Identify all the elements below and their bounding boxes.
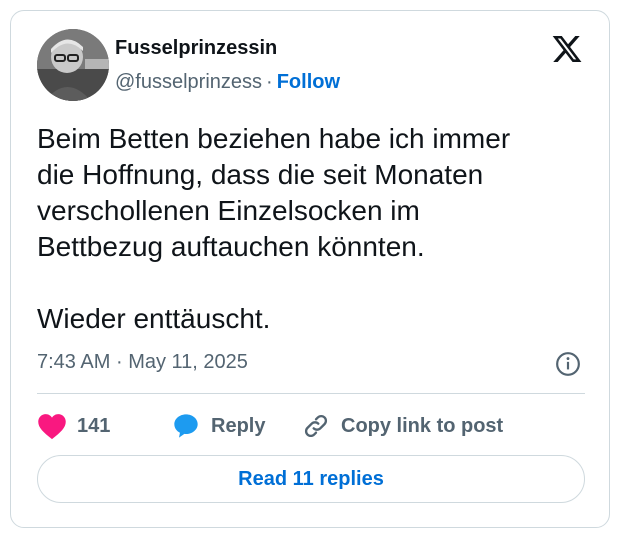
tweet-time: 7:43 AM — [37, 351, 111, 373]
read-replies-button[interactable]: Read 11 replies — [37, 455, 585, 503]
x-logo-icon[interactable] — [551, 33, 583, 65]
author-handle-row: @fusselprinzess · Follow — [115, 71, 340, 94]
speech-bubble-icon — [174, 414, 198, 438]
tweet-date: May 11, 2025 — [128, 351, 248, 373]
tweet-timestamp[interactable]: 7:43 AM · May 11, 2025 — [37, 351, 248, 374]
like-button[interactable]: 141 — [37, 409, 110, 443]
read-replies-label: Read 11 replies — [238, 467, 384, 490]
copy-link-button[interactable]: Copy link to post — [301, 409, 503, 443]
avatar-photo-icon — [37, 29, 109, 101]
separator-dot: · — [266, 71, 273, 93]
link-icon — [304, 414, 328, 438]
author-handle[interactable]: @fusselprinzess — [115, 71, 262, 93]
heart-icon — [38, 414, 66, 440]
like-count: 141 — [77, 414, 111, 437]
copy-link-label: Copy link to post — [341, 414, 504, 437]
reply-label: Reply — [211, 414, 266, 437]
tweet-card: Fusselprinzessin @fusselprinzess · Follow … — [10, 10, 610, 528]
tweet-text: Beim Betten beziehen habe ich immer die … — [37, 123, 511, 334]
info-icon[interactable] — [555, 351, 581, 377]
timestamp-separator: · — [115, 351, 123, 373]
follow-link[interactable]: Follow — [277, 71, 340, 93]
divider — [37, 393, 585, 394]
reply-button[interactable]: Reply — [171, 409, 265, 443]
author-avatar[interactable] — [37, 29, 109, 101]
author-display-name[interactable]: Fusselprinzessin — [115, 37, 277, 60]
